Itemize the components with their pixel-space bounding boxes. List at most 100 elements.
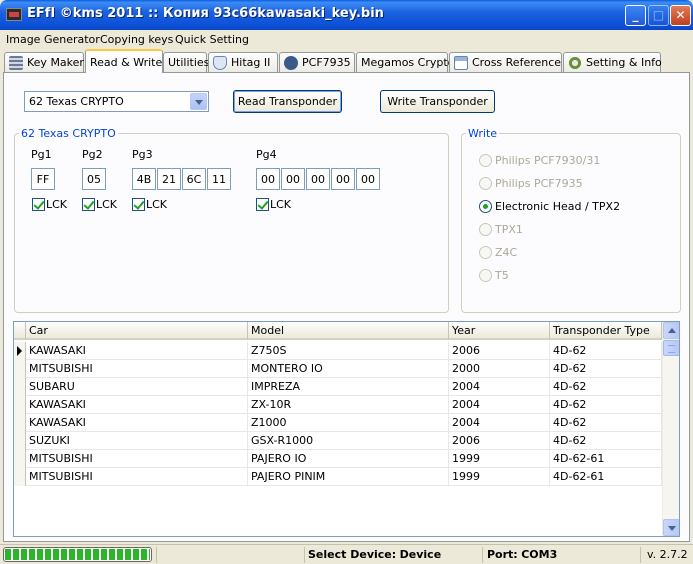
table-row[interactable]: MITSUBISHI MONTERO IO 2000 4D-62 — [14, 360, 662, 378]
radio-philips-pcf7930[interactable] — [479, 154, 492, 167]
tab-key-maker[interactable]: Key Maker — [4, 52, 84, 72]
cell-transponder-type[interactable]: 4D-62 — [550, 360, 662, 378]
transponder-type-select[interactable]: 62 Texas CRYPTO — [24, 91, 209, 112]
radio-z4c[interactable] — [479, 246, 492, 259]
cell-transponder-type[interactable]: 4D-62 — [550, 342, 662, 360]
cell-car[interactable]: MITSUBISHI — [26, 360, 248, 378]
cell-model[interactable]: PAJERO IO — [248, 450, 449, 468]
cell-car[interactable]: MITSUBISHI — [26, 468, 248, 486]
pg4-byte-4[interactable] — [331, 168, 355, 190]
tab-cross-reference[interactable]: Cross Reference — [449, 52, 562, 72]
cell-car[interactable]: KAWASAKI — [26, 342, 248, 360]
row-header[interactable] — [14, 432, 26, 450]
pg3-lck-checkbox[interactable] — [132, 198, 145, 211]
column-header-year[interactable]: Year — [449, 322, 550, 340]
column-header-transponder-type[interactable]: Transponder Type — [550, 322, 662, 340]
cell-model[interactable]: PAJERO PINIM — [248, 468, 449, 486]
pg4-byte-2[interactable] — [281, 168, 305, 190]
cell-transponder-type[interactable]: 4D-62 — [550, 414, 662, 432]
pg4-lck-checkbox[interactable] — [256, 198, 269, 211]
cell-year[interactable]: 1999 — [449, 450, 550, 468]
cell-transponder-type[interactable]: 4D-62-61 — [550, 450, 662, 468]
cell-year[interactable]: 2006 — [449, 432, 550, 450]
minimize-button[interactable]: _ — [625, 5, 646, 26]
pg3-byte-4[interactable] — [207, 168, 231, 190]
window-title: EFfI ©kms 2011 :: Копия 93c66kawasaki_ke… — [27, 6, 384, 21]
cell-year[interactable]: 2004 — [449, 378, 550, 396]
cell-car[interactable]: KAWASAKI — [26, 414, 248, 432]
cell-car[interactable]: MITSUBISHI — [26, 450, 248, 468]
radio-philips-pcf7935[interactable] — [479, 177, 492, 190]
pg4-byte-5[interactable] — [356, 168, 380, 190]
tab-hitag-ii[interactable]: Hitag II — [208, 52, 278, 72]
maximize-button[interactable]: □ — [648, 5, 669, 26]
table-row[interactable]: SUBARU IMPREZA 2004 4D-62 — [14, 378, 662, 396]
cell-transponder-type[interactable]: 4D-62 — [550, 432, 662, 450]
cell-year[interactable]: 2004 — [449, 396, 550, 414]
radio-tpx1[interactable] — [479, 223, 492, 236]
scroll-thumb[interactable] — [663, 340, 679, 356]
table-scrollbar[interactable] — [662, 322, 679, 536]
pg3-byte-3[interactable] — [182, 168, 206, 190]
pg1-lck-checkbox[interactable] — [32, 198, 45, 211]
cell-year[interactable]: 2006 — [449, 342, 550, 360]
row-header[interactable] — [14, 378, 26, 396]
tab-megamos-crypto[interactable]: Megamos Crypto — [356, 52, 454, 72]
tab-setting-info[interactable]: Setting & Info — [563, 52, 662, 72]
row-header[interactable] — [14, 414, 26, 432]
cell-transponder-type[interactable]: 4D-62 — [550, 396, 662, 414]
cell-year[interactable]: 2004 — [449, 414, 550, 432]
row-header[interactable] — [14, 360, 26, 378]
menu-quick-setting[interactable]: Quick Setting — [175, 33, 249, 46]
app-icon[interactable] — [6, 8, 22, 21]
title-bar[interactable]: EFfI ©kms 2011 :: Копия 93c66kawasaki_ke… — [0, 0, 693, 30]
table-row[interactable]: MITSUBISHI PAJERO IO 1999 4D-62-61 — [14, 450, 662, 468]
cell-year[interactable]: 1999 — [449, 468, 550, 486]
menu-copying-keys[interactable]: Copying keys — [100, 33, 173, 46]
table-row[interactable]: SUZUKI GSX-R1000 2006 4D-62 — [14, 432, 662, 450]
vehicle-table[interactable]: Car Model Year Transponder Type KAWASAKI… — [13, 321, 680, 537]
cell-model[interactable]: ZX-10R — [248, 396, 449, 414]
pg4-byte-1[interactable] — [256, 168, 280, 190]
cell-car[interactable]: SUBARU — [26, 378, 248, 396]
row-header[interactable] — [14, 342, 26, 360]
menu-image-generator[interactable]: Image Generator — [6, 33, 100, 46]
read-transponder-button[interactable]: Read Transponder — [233, 90, 342, 113]
table-row[interactable]: MITSUBISHI PAJERO PINIM 1999 4D-62-61 — [14, 468, 662, 486]
column-header-model[interactable]: Model — [248, 322, 449, 340]
write-transponder-button[interactable]: Write Transponder — [380, 90, 495, 113]
tab-pcf7935[interactable]: PCF7935 — [279, 52, 355, 72]
cell-transponder-type[interactable]: 4D-62-61 — [550, 468, 662, 486]
tab-utilities[interactable]: Utilities — [163, 52, 209, 72]
table-row[interactable]: KAWASAKI Z750S 2006 4D-62 — [14, 342, 662, 360]
pg2-lck-checkbox[interactable] — [82, 198, 95, 211]
row-header[interactable] — [14, 396, 26, 414]
cell-car[interactable]: KAWASAKI — [26, 396, 248, 414]
row-header[interactable] — [14, 468, 26, 486]
pg4-byte-3[interactable] — [306, 168, 330, 190]
scroll-down-button[interactable] — [663, 519, 679, 536]
cell-model[interactable]: Z750S — [248, 342, 449, 360]
pg3-byte-2[interactable] — [157, 168, 181, 190]
cell-transponder-type[interactable]: 4D-62 — [550, 378, 662, 396]
table-row[interactable]: KAWASAKI Z1000 2004 4D-62 — [14, 414, 662, 432]
pg2-byte-1[interactable] — [82, 168, 106, 190]
radio-electronic-head-tpx2[interactable] — [479, 200, 492, 213]
close-button[interactable]: ✕ — [670, 5, 691, 26]
row-header[interactable] — [14, 450, 26, 468]
cell-model[interactable]: GSX-R1000 — [248, 432, 449, 450]
device-value: Device — [399, 548, 442, 561]
cell-year[interactable]: 2000 — [449, 360, 550, 378]
chevron-down-icon[interactable] — [190, 93, 207, 110]
cell-model[interactable]: IMPREZA — [248, 378, 449, 396]
column-header-car[interactable]: Car — [26, 322, 248, 340]
scroll-up-button[interactable] — [663, 322, 679, 339]
radio-t5[interactable] — [479, 269, 492, 282]
cell-model[interactable]: Z1000 — [248, 414, 449, 432]
pg3-byte-1[interactable] — [132, 168, 156, 190]
cell-car[interactable]: SUZUKI — [26, 432, 248, 450]
pg1-byte-1[interactable] — [31, 168, 55, 190]
tab-read-write[interactable]: Read & Write — [85, 49, 163, 73]
cell-model[interactable]: MONTERO IO — [248, 360, 449, 378]
table-row[interactable]: KAWASAKI ZX-10R 2004 4D-62 — [14, 396, 662, 414]
